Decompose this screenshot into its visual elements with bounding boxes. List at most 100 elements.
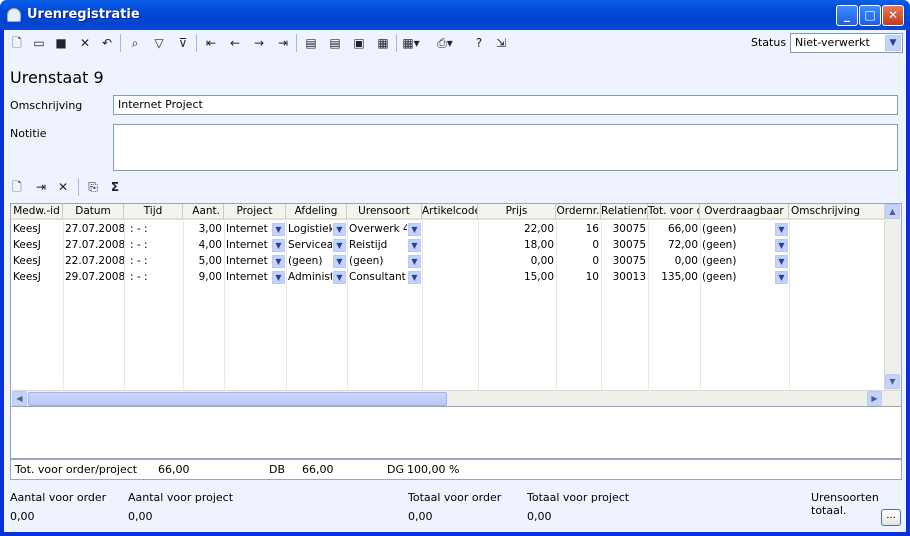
column-header[interactable]: Ordernr. <box>556 204 601 220</box>
hours-grid[interactable]: Medw.-id Datum Tijd Aant. Project Afdeli… <box>10 203 902 407</box>
doc-icon-2[interactable]: ▤ <box>326 34 344 52</box>
omschrijving-field[interactable]: Internet Project <box>113 95 898 115</box>
grid-cell-omschr[interactable] <box>789 270 885 286</box>
grid-cell-artikel[interactable] <box>422 222 478 238</box>
grid-cell-afdeling[interactable]: Administ <box>286 270 332 286</box>
scroll-right-icon[interactable]: ▶ <box>867 391 882 406</box>
grid-cell-medw[interactable]: KeesJ <box>11 254 63 270</box>
grid-cell-datum[interactable]: 27.07.2008 <box>63 238 124 254</box>
help-icon[interactable]: ? <box>470 34 488 52</box>
find-icon[interactable]: ⌕ <box>126 34 144 52</box>
doc-icon-1[interactable]: ▤ <box>302 34 320 52</box>
doc-icon-3[interactable]: ▣ <box>350 34 368 52</box>
chevron-down-icon[interactable]: ▼ <box>333 239 346 252</box>
grid-insert-row-icon[interactable]: ⇥ <box>32 178 50 196</box>
grid-cell-datum[interactable]: 29.07.2008 <box>63 270 124 286</box>
grid-cell-omschr[interactable] <box>789 238 885 254</box>
exit-icon[interactable]: ⇲ <box>492 34 510 52</box>
column-header[interactable]: Project <box>224 204 286 220</box>
filter-icon[interactable]: ▽ <box>150 34 168 52</box>
grid-cell-overdraag[interactable]: (geen) <box>700 238 774 254</box>
undo-icon[interactable]: ↶ <box>98 34 116 52</box>
grid-cell-tijd[interactable]: : - : <box>124 270 183 286</box>
grid-cell-prijs[interactable]: 22,00 <box>478 222 556 238</box>
column-header[interactable]: Tijd <box>124 204 183 220</box>
chevron-down-icon[interactable]: ▼ <box>775 223 788 236</box>
horizontal-scrollbar[interactable]: ◀ ▶ <box>11 390 901 406</box>
grid-cell-project[interactable]: Internet <box>224 270 271 286</box>
grid-cell-tot[interactable]: 72,00 <box>648 238 700 254</box>
grid-cell-afdeling[interactable]: Serviceafd <box>286 238 332 254</box>
status-select[interactable]: Niet-verwerkt ▼ <box>790 33 903 53</box>
grid-cell-urensoort[interactable]: (geen) <box>347 254 407 270</box>
grid-cell-tijd[interactable]: : - : <box>124 238 183 254</box>
chevron-down-icon[interactable]: ▼ <box>333 271 346 284</box>
grid-cell-tot[interactable]: 135,00 <box>648 270 700 286</box>
delete-icon[interactable]: ✕ <box>76 34 94 52</box>
title-bar[interactable]: Urenregistratie _ □ ✕ <box>0 0 910 30</box>
grid-copy-icon[interactable]: ⎘ <box>84 178 102 196</box>
grid-cell-medw[interactable]: KeesJ <box>11 222 63 238</box>
first-record-icon[interactable]: ⇤ <box>202 34 220 52</box>
grid-cell-omschr[interactable] <box>789 222 885 238</box>
scroll-down-icon[interactable]: ▼ <box>885 374 900 389</box>
save-icon[interactable]: ■ <box>52 34 70 52</box>
grid-cell-afdeling[interactable]: Logistiek <box>286 222 332 238</box>
grid-cell-relatie[interactable]: 30075 <box>601 222 648 238</box>
grid-cell-afdeling[interactable]: (geen) <box>286 254 332 270</box>
filter-clear-icon[interactable]: ⊽ <box>174 34 192 52</box>
minimize-button[interactable]: _ <box>836 5 858 26</box>
column-header[interactable]: Tot. voor o <box>648 204 700 220</box>
column-header[interactable]: Afdeling <box>286 204 347 220</box>
column-header[interactable]: Medw.-id <box>11 204 63 220</box>
grid-cell-overdraag[interactable]: (geen) <box>700 270 774 286</box>
grid-delete-row-icon[interactable]: ✕ <box>54 178 72 196</box>
column-header[interactable]: Relatienr. <box>601 204 648 220</box>
column-header[interactable]: Aant. <box>183 204 224 220</box>
grid-cell-project[interactable]: Internet <box>224 238 271 254</box>
grid-cell-tot[interactable]: 66,00 <box>648 222 700 238</box>
grid-cell-relatie[interactable]: 30075 <box>601 238 648 254</box>
grid-cell-order[interactable]: 16 <box>556 222 601 238</box>
grid-cell-prijs[interactable]: 18,00 <box>478 238 556 254</box>
open-icon[interactable]: ▭ <box>30 34 48 52</box>
grid-cell-urensoort[interactable]: Overwerk 4 <box>347 222 407 238</box>
chevron-down-icon[interactable]: ▼ <box>775 255 788 268</box>
grid-cell-medw[interactable]: KeesJ <box>11 238 63 254</box>
grid-cell-overdraag[interactable]: (geen) <box>700 254 774 270</box>
vertical-scrollbar[interactable]: ▲ ▼ <box>884 204 901 391</box>
urensoorten-button[interactable]: ... <box>881 509 901 526</box>
maximize-button[interactable]: □ <box>859 5 881 26</box>
column-header[interactable]: Prijs <box>478 204 556 220</box>
grid-cell-tot[interactable]: 0,00 <box>648 254 700 270</box>
chevron-down-icon[interactable]: ▼ <box>272 223 285 236</box>
chevron-down-icon[interactable]: ▼ <box>408 223 421 236</box>
column-header[interactable]: Overdraagbaar <box>700 204 789 220</box>
print-icon[interactable]: ⎙▾ <box>436 34 454 52</box>
grid-cell-datum[interactable]: 22.07.2008 <box>63 254 124 270</box>
grid-cell-aant[interactable]: 9,00 <box>183 270 224 286</box>
grid-cell-artikel[interactable] <box>422 238 478 254</box>
chevron-down-icon[interactable]: ▼ <box>408 239 421 252</box>
chevron-down-icon[interactable]: ▼ <box>272 271 285 284</box>
grid-cell-omschr[interactable] <box>789 254 885 270</box>
grid-cell-project[interactable]: Internet <box>224 222 271 238</box>
prev-record-icon[interactable]: ← <box>226 34 244 52</box>
chevron-down-icon[interactable]: ▼ <box>333 223 346 236</box>
grid-cell-aant[interactable]: 5,00 <box>183 254 224 270</box>
chevron-down-icon[interactable]: ▼ <box>775 271 788 284</box>
grid-cell-project[interactable]: Internet <box>224 254 271 270</box>
scroll-up-icon[interactable]: ▲ <box>885 204 900 219</box>
scroll-left-icon[interactable]: ◀ <box>12 391 27 406</box>
grid-cell-artikel[interactable] <box>422 270 478 286</box>
grid-cell-urensoort[interactable]: Consultant <box>347 270 407 286</box>
grid-cell-overdraag[interactable]: (geen) <box>700 222 774 238</box>
chevron-down-icon[interactable]: ▼ <box>272 239 285 252</box>
grid-sum-icon[interactable]: Σ <box>106 178 124 196</box>
grid-cell-tijd[interactable]: : - : <box>124 222 183 238</box>
close-button[interactable]: ✕ <box>882 5 904 26</box>
properties-icon[interactable]: ▦▾ <box>402 34 420 52</box>
notitie-field[interactable] <box>113 124 898 171</box>
chevron-down-icon[interactable]: ▼ <box>885 35 901 51</box>
last-record-icon[interactable]: ⇥ <box>274 34 292 52</box>
